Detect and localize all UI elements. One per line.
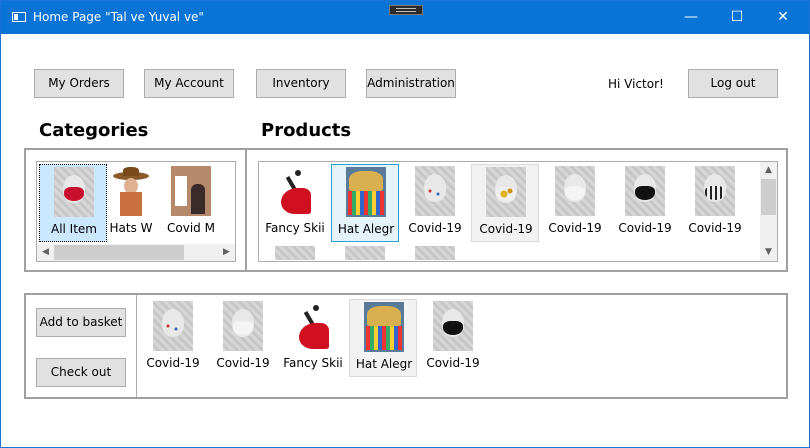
basket-item[interactable]: Covid-19 — [139, 299, 207, 377]
minimize-button[interactable]: — — [668, 1, 714, 34]
categories-hscroll[interactable]: ◀ ▶ — [37, 244, 235, 261]
product-image — [695, 166, 735, 216]
greeting-label: Hi Victor! — [608, 77, 664, 91]
add-to-basket-button[interactable]: Add to basket — [36, 308, 126, 337]
my-orders-button[interactable]: My Orders — [34, 69, 124, 98]
check-out-button[interactable]: Check out — [36, 358, 126, 387]
item-label: Hat Alegr — [355, 357, 413, 371]
close-button[interactable]: ✕ — [760, 1, 806, 34]
scroll-thumb[interactable] — [54, 245, 184, 260]
item-label: Fancy Skii — [283, 356, 343, 370]
product-item[interactable]: Covid-19 — [471, 164, 539, 242]
scroll-thumb[interactable] — [761, 179, 776, 215]
basket-panel: Add to basket Check out Covid-19 Covid-19… — [24, 293, 788, 399]
product-item[interactable]: Covid-19 — [401, 164, 469, 242]
product-image — [486, 167, 526, 217]
basket-item[interactable]: Hat Alegr — [349, 299, 417, 377]
panel-divider — [245, 150, 247, 270]
product-image — [625, 166, 665, 216]
basket-item[interactable]: Fancy Skii — [279, 299, 347, 377]
item-label: Covid-19 — [426, 356, 480, 370]
product-image — [54, 167, 94, 217]
product-item[interactable]: Hat Alegr — [331, 164, 399, 242]
category-item[interactable]: Hats W — [97, 164, 165, 242]
item-label: Covid-19 — [548, 221, 602, 235]
product-item[interactable]: Fancy Skii — [261, 164, 329, 242]
product-image — [555, 166, 595, 216]
product-image — [153, 301, 193, 351]
main-window: Home Page "Tal ve Yuval ve" — ☐ ✕ My Ord… — [0, 0, 810, 448]
item-label: Sl — [215, 221, 235, 235]
product-image — [433, 301, 473, 351]
basket-item[interactable]: Covid-19 — [209, 299, 277, 377]
inventory-button[interactable]: Inventory — [256, 69, 346, 98]
product-image — [223, 301, 263, 351]
product-image — [293, 301, 333, 351]
item-label: Hats W — [109, 221, 153, 235]
product-image — [275, 246, 315, 260]
item-label: Covid-19 — [688, 221, 742, 235]
product-image — [171, 166, 211, 216]
item-label: Covid-19 — [408, 221, 462, 235]
scroll-right-icon[interactable]: ▶ — [218, 244, 235, 261]
categories-list[interactable]: All ItemHats WCovid MSl ◀ ▶ — [36, 161, 236, 262]
my-account-button[interactable]: My Account — [144, 69, 234, 98]
products-heading: Products — [261, 120, 352, 141]
product-image — [345, 246, 385, 260]
scroll-left-icon[interactable]: ◀ — [37, 244, 54, 261]
product-item[interactable]: Covid-19 — [541, 164, 609, 242]
products-list[interactable]: Fancy Skii Hat Alegr Covid-19 Covid-19 Covid… — [258, 161, 778, 262]
categories-heading: Categories — [39, 120, 149, 141]
title-bar[interactable]: Home Page "Tal ve Yuval ve" — ☐ ✕ — [1, 1, 809, 34]
item-label: Covid-19 — [146, 356, 200, 370]
item-label: Fancy Skii — [265, 221, 325, 235]
basket-item[interactable]: Covid-19 — [419, 299, 487, 377]
scroll-up-icon[interactable]: ▲ — [760, 162, 777, 179]
product-image — [415, 166, 455, 216]
basket-list[interactable]: Covid-19 Covid-19 Fancy Skii Hat Alegr Covid… — [136, 295, 786, 397]
product-image — [346, 167, 386, 217]
app-icon — [12, 12, 26, 22]
item-label: Covid-19 — [216, 356, 270, 370]
product-item[interactable]: Covid-19 — [681, 164, 749, 242]
product-image — [415, 246, 455, 260]
drag-handle-icon[interactable] — [389, 5, 423, 15]
product-item[interactable]: Covid-19 — [611, 164, 679, 242]
scroll-down-icon[interactable]: ▼ — [760, 244, 777, 261]
product-image — [111, 166, 151, 216]
product-image — [275, 166, 315, 216]
logout-button[interactable]: Log out — [688, 69, 778, 98]
product-image — [364, 302, 404, 352]
maximize-button[interactable]: ☐ — [714, 1, 760, 34]
window-title: Home Page "Tal ve Yuval ve" — [33, 10, 204, 24]
catalog-panel: All ItemHats WCovid MSl ◀ ▶ Fancy Skii Ha… — [24, 148, 788, 272]
item-label: Covid-19 — [618, 221, 672, 235]
products-vscroll[interactable]: ▲ ▼ — [760, 162, 777, 261]
administration-button[interactable]: Administration — [366, 69, 456, 98]
product-image — [229, 166, 235, 216]
item-label: Covid-19 — [479, 222, 533, 236]
category-item[interactable]: Sl — [215, 164, 235, 242]
item-label: Hat Alegr — [337, 222, 395, 236]
